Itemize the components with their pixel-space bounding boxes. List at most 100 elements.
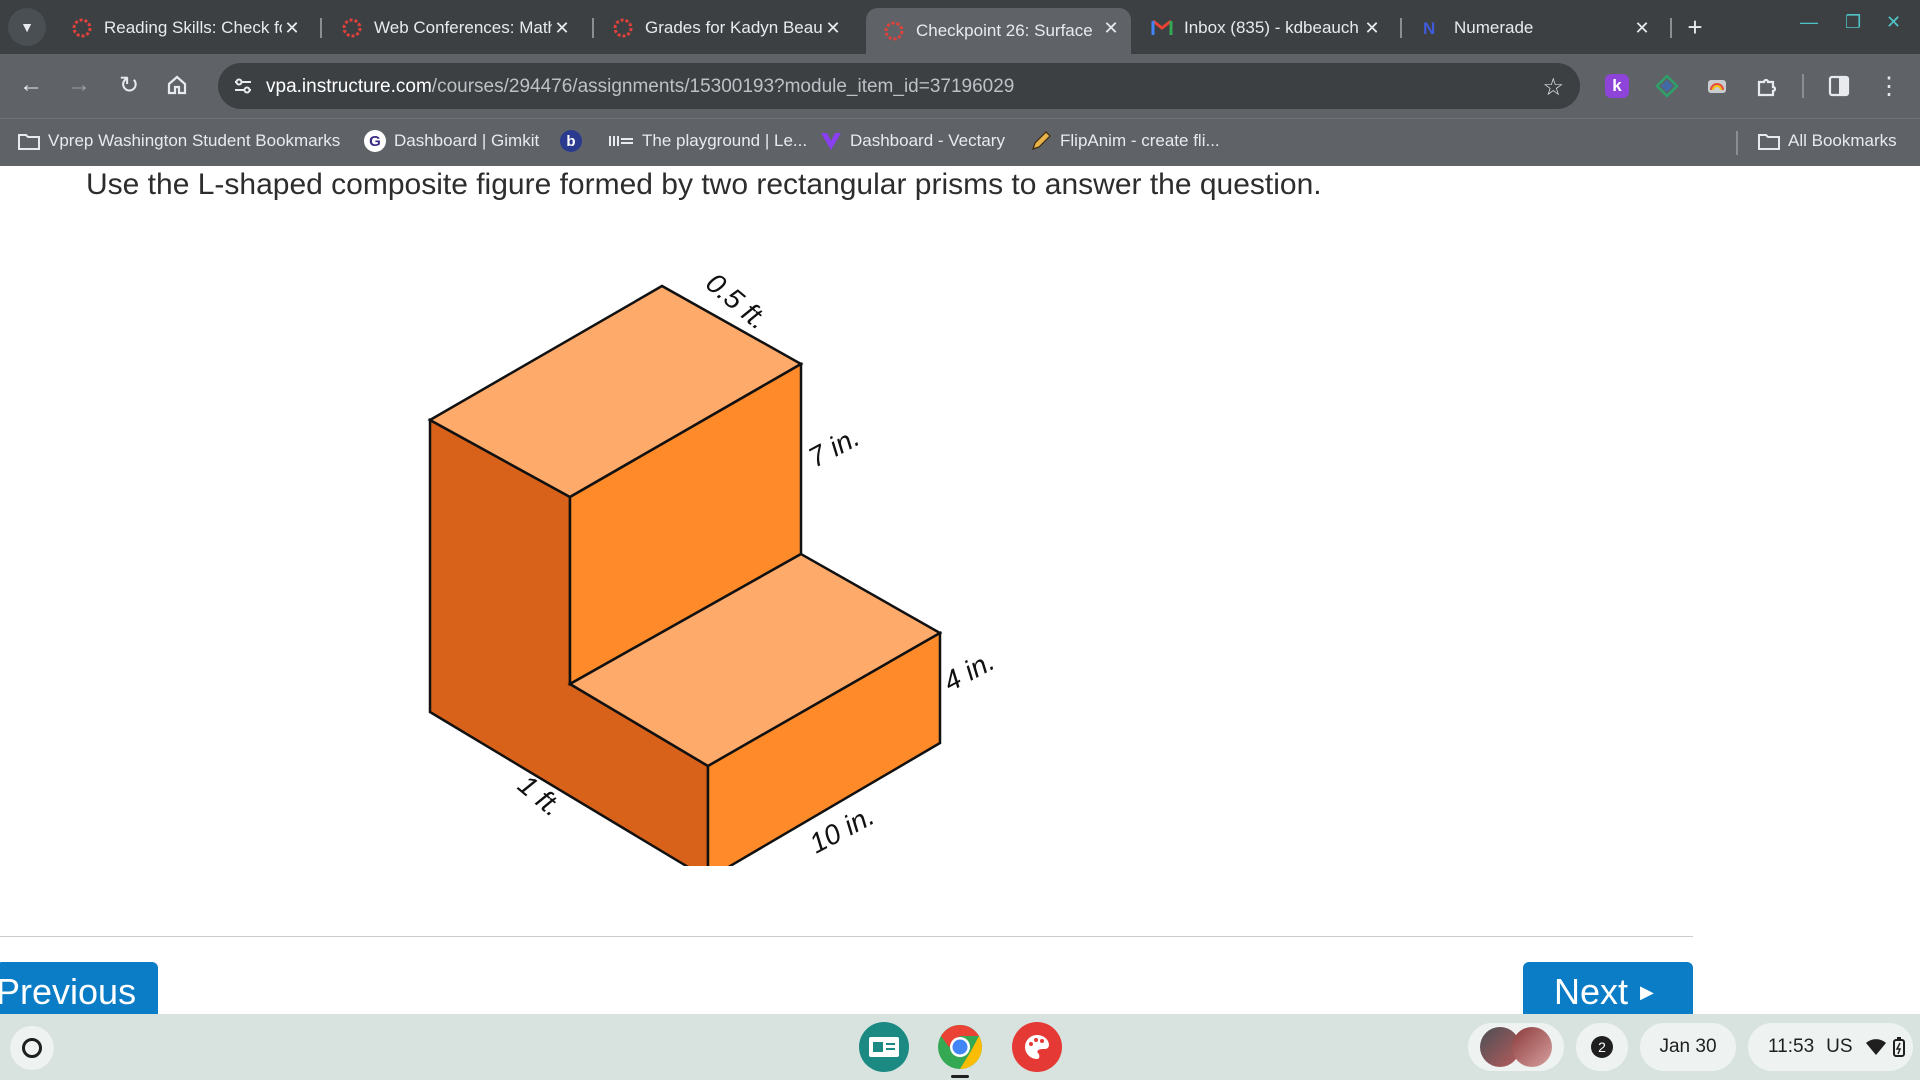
tab-title: Web Conferences: Math <box>374 18 552 37</box>
canvas-icon <box>70 16 94 40</box>
bookmark-star-icon[interactable]: ☆ <box>1542 73 1564 102</box>
extension-k-button[interactable]: k <box>1602 71 1632 101</box>
os-shelf: 2 Jan 30 11:53 US <box>0 1014 1920 1080</box>
gimkit-icon: G <box>364 130 386 152</box>
new-tab-button[interactable]: + <box>1680 12 1710 42</box>
k-icon: k <box>1605 74 1629 98</box>
paint-app[interactable] <box>1012 1022 1062 1072</box>
classroom-icon <box>869 1037 899 1057</box>
chrome-app[interactable] <box>935 1022 985 1072</box>
active-app-indicator <box>951 1075 969 1078</box>
menu-button[interactable]: ⋮ <box>1874 71 1904 101</box>
holding-space-tray[interactable] <box>1468 1023 1564 1071</box>
svg-text:N: N <box>1423 19 1435 38</box>
tab-gmail-inbox[interactable]: Inbox (835) - kdbeauch ✕ <box>1134 8 1392 48</box>
tab-grades[interactable]: Grades for Kadyn Beau ✕ <box>595 8 853 48</box>
tab-separator <box>1400 18 1402 38</box>
screenshot-thumbnail-icon <box>1512 1027 1552 1067</box>
close-icon[interactable]: ✕ <box>552 18 572 38</box>
bookmark-label: FlipAnim - create fli... <box>1060 131 1220 150</box>
tab-search-button[interactable]: ▼ <box>8 8 46 46</box>
address-bar[interactable]: vpa.instructure.com/courses/294476/assig… <box>218 63 1580 109</box>
arrow-right-icon: → <box>67 71 91 98</box>
bookmark-gimkit[interactable]: G Dashboard | Gimkit <box>364 130 539 152</box>
forward-button[interactable]: → <box>62 68 96 102</box>
close-icon[interactable]: ✕ <box>1632 18 1652 38</box>
tab-web-conferences[interactable]: Web Conferences: Math ✕ <box>324 8 582 48</box>
classroom-app[interactable] <box>859 1022 909 1072</box>
reload-icon: ↻ <box>118 71 140 99</box>
extension-rainbow-button[interactable] <box>1702 71 1732 101</box>
minimize-icon[interactable]: — <box>1800 12 1818 33</box>
bookmark-label: Vprep Washington Student Bookmarks <box>48 131 341 150</box>
tab-reading-skills[interactable]: Reading Skills: Check fo ✕ <box>54 8 312 48</box>
close-icon[interactable]: ✕ <box>1362 18 1382 38</box>
content-divider <box>0 936 1693 937</box>
side-panel-button[interactable] <box>1824 71 1854 101</box>
notification-tray[interactable]: 2 <box>1576 1023 1628 1071</box>
canvas-icon <box>340 16 364 40</box>
date-tray[interactable]: Jan 30 <box>1640 1023 1736 1071</box>
bookmark-vectary[interactable]: Dashboard - Vectary <box>820 130 1005 152</box>
playground-icon <box>608 130 634 152</box>
all-bookmarks-button[interactable]: All Bookmarks <box>1758 130 1897 152</box>
chrome-icon <box>938 1025 982 1069</box>
url-host: vpa.instructure.com <box>266 76 432 97</box>
tab-separator <box>1670 18 1672 38</box>
bookmark-label: The playground | Le... <box>642 131 808 150</box>
pencil-icon <box>1030 130 1052 152</box>
tab-numerade[interactable]: N Numerade ✕ <box>1404 8 1662 48</box>
locale-text: US <box>1826 1036 1853 1057</box>
tab-separator <box>592 18 594 38</box>
notification-count-badge: 2 <box>1591 1036 1613 1058</box>
bookmark-flipanim[interactable]: FlipAnim - create fli... <box>1030 130 1220 152</box>
tab-title: Inbox (835) - kdbeauch <box>1184 18 1359 37</box>
extension-diamond-button[interactable] <box>1652 71 1682 101</box>
arrow-left-icon: ← <box>19 71 43 98</box>
bookmarks-bar: Vprep Washington Student Bookmarks G Das… <box>0 118 1920 166</box>
launcher-circle-icon <box>22 1038 42 1058</box>
b-icon: b <box>560 130 582 152</box>
close-icon[interactable]: ✕ <box>1101 18 1121 38</box>
next-button[interactable]: Next ▶ <box>1523 962 1693 1014</box>
browser-toolbar: ← → ↻ vpa.instructure.com/courses/294476… <box>0 54 1920 118</box>
url-text[interactable]: vpa.instructure.com/courses/294476/assig… <box>266 76 1014 98</box>
restore-icon[interactable]: ❐ <box>1845 12 1861 33</box>
vectary-icon <box>820 130 842 152</box>
extensions-button[interactable] <box>1752 71 1782 101</box>
close-icon[interactable]: ✕ <box>282 18 302 38</box>
managed-folder-icon <box>18 130 40 152</box>
previous-button[interactable]: Previous <box>0 962 158 1014</box>
label-lower-height: 4 in. <box>938 645 999 697</box>
time-text: 11:53 <box>1768 1036 1815 1057</box>
tab-separator <box>320 18 322 38</box>
side-panel-icon <box>1828 75 1850 97</box>
bookmark-label: Dashboard | Gimkit <box>394 131 540 150</box>
status-area[interactable]: 11:53 US <box>1748 1023 1913 1071</box>
puzzle-icon <box>1757 78 1777 97</box>
tab-title: Numerade <box>1454 18 1534 37</box>
site-info-icon[interactable] <box>232 75 254 97</box>
home-button[interactable] <box>160 68 194 102</box>
bookmarks-separator <box>1736 131 1738 155</box>
bookmark-b[interactable]: b <box>560 130 590 152</box>
wifi-icon <box>1865 1039 1886 1055</box>
tab-strip: ▼ Reading Skills: Check fo ✕ Web Confere… <box>0 0 1920 54</box>
reload-button[interactable]: ↻ <box>112 68 146 102</box>
previous-label: Previous <box>0 971 137 1012</box>
close-window-icon[interactable]: ✕ <box>1886 12 1901 33</box>
next-label: Next <box>1554 971 1629 1012</box>
chevron-down-icon: ▼ <box>20 19 34 35</box>
bookmark-vprep[interactable]: Vprep Washington Student Bookmarks <box>18 130 340 152</box>
home-icon <box>167 75 187 95</box>
tab-checkpoint-26[interactable]: Checkpoint 26: Surface ✕ <box>866 8 1131 54</box>
tab-title: Grades for Kadyn Beau <box>645 18 823 37</box>
battery-icon <box>1892 1037 1905 1057</box>
close-icon[interactable]: ✕ <box>823 18 843 38</box>
launcher-button[interactable] <box>10 1026 54 1070</box>
folder-icon <box>1758 130 1780 152</box>
back-button[interactable]: ← <box>14 68 48 102</box>
gmail-icon <box>1150 16 1174 40</box>
url-path: /courses/294476/assignments/15300193?mod… <box>431 76 1015 97</box>
bookmark-playground[interactable]: The playground | Le... <box>608 130 807 152</box>
